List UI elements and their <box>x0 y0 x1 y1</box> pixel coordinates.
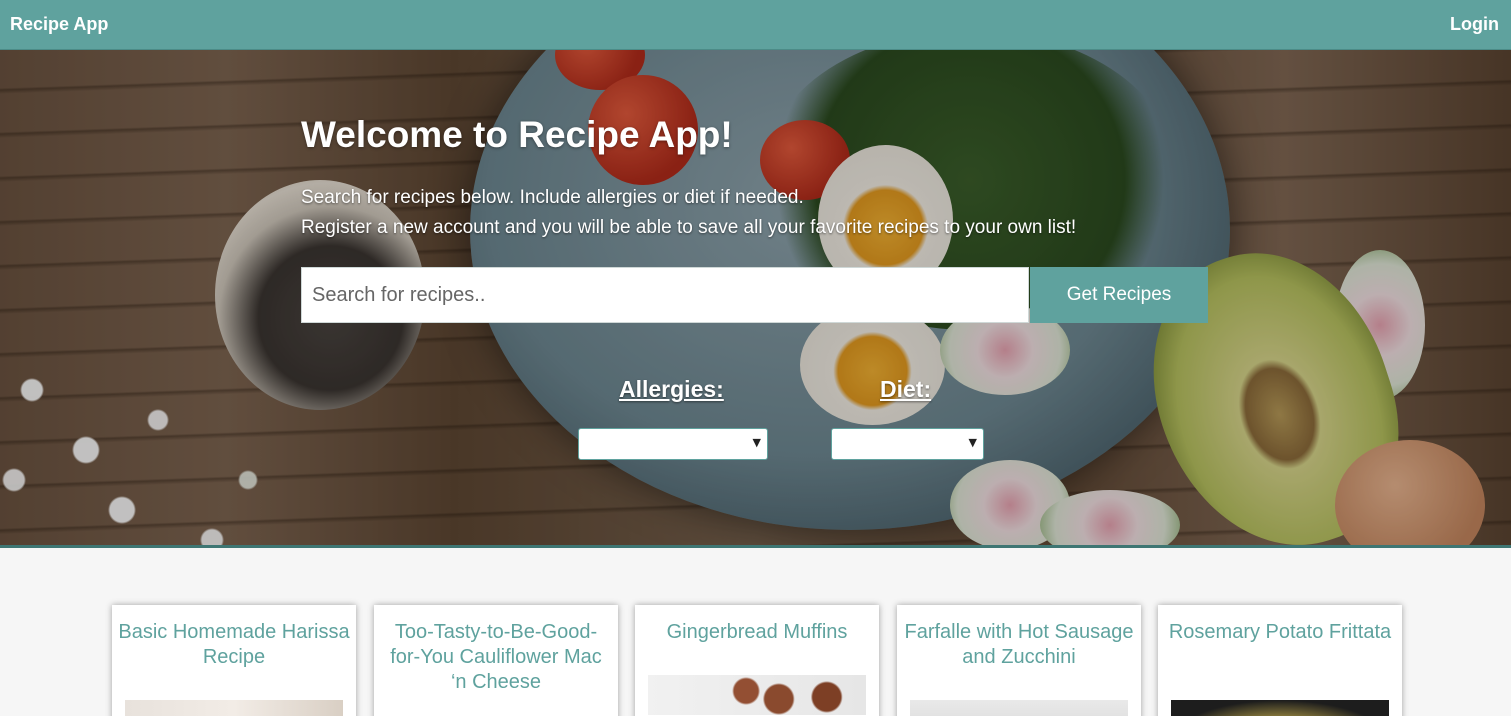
page-title: Welcome to Recipe App! <box>301 114 733 155</box>
navbar: Recipe App Login <box>0 0 1511 50</box>
dropdown-arrow-icon: ▼ <box>968 436 977 449</box>
hero-section: Welcome to Recipe App! Search for recipe… <box>0 50 1511 548</box>
recipe-card-title[interactable]: Gingerbread Muffins <box>641 620 873 645</box>
diet-label: Diet: <box>880 376 932 402</box>
recipe-card-title[interactable]: Rosemary Potato Frittata <box>1164 620 1396 645</box>
recipe-card-title[interactable]: Farfalle with Hot Sausage and Zucchini <box>903 620 1135 670</box>
allergies-select[interactable]: ▼ <box>578 428 768 460</box>
login-link[interactable]: Login <box>1450 14 1499 35</box>
dropdown-arrow-icon: ▼ <box>752 436 761 449</box>
diet-select[interactable]: ▼ <box>831 428 984 460</box>
recipe-card-list: Basic Homemade Harissa Recipe Too-Tasty-… <box>0 551 1511 716</box>
recipe-search-input[interactable] <box>301 267 1029 323</box>
recipe-card-image[interactable] <box>1171 700 1389 716</box>
brand-link[interactable]: Recipe App <box>10 14 108 35</box>
recipe-card-title[interactable]: Basic Homemade Harissa Recipe <box>118 620 350 670</box>
recipe-card-image[interactable] <box>910 700 1128 716</box>
hero-description-line-1: Search for recipes below. Include allerg… <box>301 187 804 208</box>
recipe-card[interactable]: Farfalle with Hot Sausage and Zucchini <box>897 605 1141 716</box>
recipe-card-image[interactable] <box>648 675 866 715</box>
allergies-label: Allergies: <box>619 376 724 402</box>
recipe-card[interactable]: Gingerbread Muffins <box>635 605 879 716</box>
recipe-card[interactable]: Too-Tasty-to-Be-Good-for-You Cauliflower… <box>374 605 618 716</box>
recipe-card[interactable]: Rosemary Potato Frittata <box>1158 605 1402 716</box>
recipe-card[interactable]: Basic Homemade Harissa Recipe <box>112 605 356 716</box>
hero-description-line-2: Register a new account and you will be a… <box>301 217 1077 238</box>
get-recipes-button[interactable]: Get Recipes <box>1030 267 1208 323</box>
recipe-card-image[interactable] <box>125 700 343 716</box>
recipe-card-title[interactable]: Too-Tasty-to-Be-Good-for-You Cauliflower… <box>380 620 612 695</box>
